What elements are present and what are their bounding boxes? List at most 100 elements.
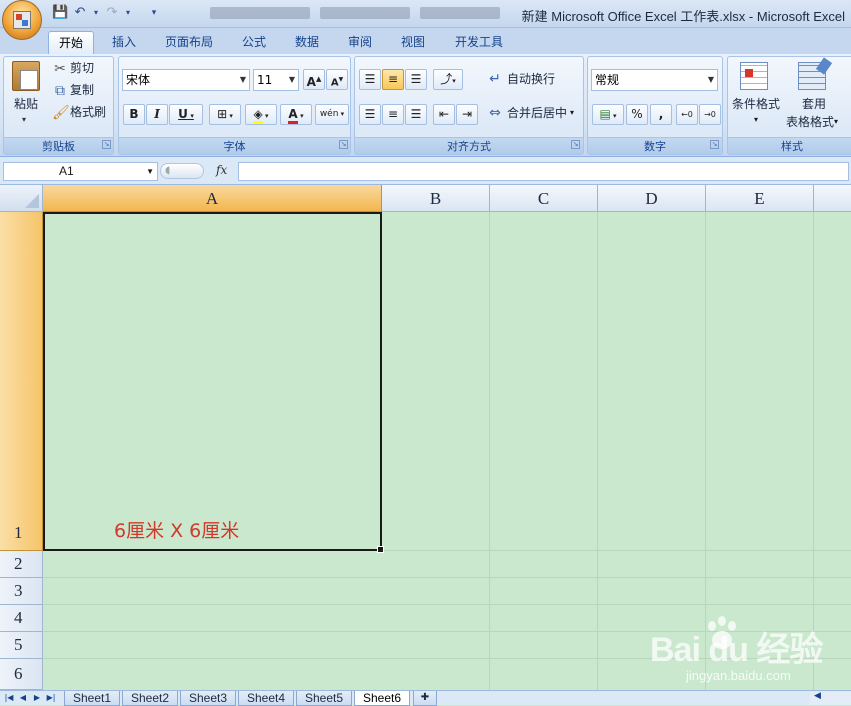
table-format-icon[interactable]: [798, 57, 833, 90]
row-header-3[interactable]: 3: [0, 578, 43, 605]
office-button[interactable]: [2, 0, 42, 40]
sheet-tab-5[interactable]: Sheet5: [296, 691, 352, 706]
row-header-1[interactable]: 1: [0, 212, 43, 551]
insert-function-button[interactable]: fx: [216, 163, 227, 177]
table-format-line2[interactable]: 表格格式: [786, 113, 834, 133]
first-sheet-icon[interactable]: |◀: [3, 692, 15, 704]
format-painter-button[interactable]: 格式刷: [70, 103, 106, 123]
conditional-dropdown-icon[interactable]: ▾: [754, 115, 758, 124]
align-center-button[interactable]: ≡: [382, 104, 404, 125]
column-header-d[interactable]: D: [598, 185, 706, 212]
formula-input[interactable]: [238, 162, 849, 181]
phonetic-button[interactable]: wén ▾: [315, 104, 349, 125]
number-launcher-icon[interactable]: ↘: [710, 140, 719, 149]
sheet-tab-1[interactable]: Sheet1: [64, 691, 120, 706]
column-header-c[interactable]: C: [490, 185, 598, 212]
row-header-6[interactable]: 6: [0, 659, 43, 690]
name-box-dropdown-icon[interactable]: ▼: [146, 163, 154, 180]
increase-indent-button[interactable]: ⇥: [456, 104, 478, 125]
fill-bucket-icon: ◈: [253, 107, 263, 124]
insert-sheet-icon[interactable]: ✚: [413, 691, 437, 706]
percent-button[interactable]: %: [626, 104, 648, 125]
column-header-e[interactable]: E: [706, 185, 814, 212]
row-header-5[interactable]: 5: [0, 632, 43, 659]
table-format-line1[interactable]: 套用: [802, 95, 826, 115]
sheet-tab-6[interactable]: Sheet6: [354, 691, 410, 706]
tab-developer[interactable]: 开发工具: [446, 31, 512, 54]
merge-center-button[interactable]: 合并后居中: [507, 104, 567, 124]
next-sheet-icon[interactable]: ▶: [31, 692, 43, 704]
bold-button[interactable]: B: [123, 104, 145, 125]
alignment-group-label: 对齐方式: [355, 137, 583, 154]
comma-button[interactable]: ,: [650, 104, 672, 125]
paste-dropdown-icon[interactable]: ▾: [22, 115, 26, 124]
font-size-select[interactable]: 11 ▼: [253, 69, 299, 91]
customize-qat-icon[interactable]: ▾: [146, 5, 162, 21]
wrap-text-button[interactable]: 自动换行: [507, 70, 555, 90]
row-header-4[interactable]: 4: [0, 605, 43, 632]
gridline: [597, 212, 598, 690]
last-sheet-icon[interactable]: ▶|: [45, 692, 57, 704]
align-left-button[interactable]: ☰: [359, 104, 381, 125]
redo-icon[interactable]: ↷: [104, 5, 120, 21]
undo-icon[interactable]: ↶: [72, 5, 88, 21]
underline-button[interactable]: U ▾: [169, 104, 203, 125]
conditional-format-button[interactable]: 条件格式: [732, 95, 780, 115]
horizontal-scrollbar[interactable]: ◀: [810, 691, 851, 705]
align-top-button[interactable]: ☰: [359, 69, 381, 90]
alignment-launcher-icon[interactable]: ↘: [571, 140, 580, 149]
tab-home[interactable]: 开始: [48, 31, 94, 54]
column-header-a[interactable]: A: [43, 185, 382, 212]
column-header-b[interactable]: B: [382, 185, 490, 212]
align-middle-button[interactable]: ≡: [382, 69, 404, 90]
expand-handle-icon[interactable]: ◖: [165, 165, 170, 176]
merge-dropdown-icon[interactable]: ▾: [570, 108, 574, 117]
name-box[interactable]: A1 ▼: [3, 162, 158, 181]
decrease-indent-button[interactable]: ⇤: [433, 104, 455, 125]
cell-a1[interactable]: [43, 212, 384, 553]
align-bottom-button[interactable]: ☰: [405, 69, 427, 90]
row-header-2[interactable]: 2: [0, 551, 43, 578]
tab-data[interactable]: 数据: [285, 31, 329, 54]
font-name-select[interactable]: 宋体 ▼: [122, 69, 250, 91]
paste-icon[interactable]: [12, 61, 40, 91]
paste-button[interactable]: 粘贴: [14, 95, 38, 115]
number-format-select[interactable]: 常规 ▼: [591, 69, 718, 91]
align-top-icon: ☰: [364, 72, 376, 86]
conditional-format-icon[interactable]: [740, 62, 768, 90]
tab-formulas[interactable]: 公式: [232, 31, 276, 54]
orientation-button[interactable]: ⤴▾: [433, 69, 463, 90]
save-icon[interactable]: 💾: [52, 5, 68, 21]
tab-review[interactable]: 审阅: [338, 31, 382, 54]
italic-button[interactable]: I: [146, 104, 168, 125]
select-all-button[interactable]: [0, 185, 43, 212]
tab-view[interactable]: 视图: [391, 31, 435, 54]
sheet-tab-4[interactable]: Sheet4: [238, 691, 294, 706]
prev-sheet-icon[interactable]: ◀: [17, 692, 29, 704]
decrease-decimal-button[interactable]: →0: [699, 104, 721, 125]
clipboard-launcher-icon[interactable]: ↘: [102, 140, 111, 149]
fill-color-button[interactable]: ◈ ▾: [245, 104, 277, 125]
copy-button[interactable]: 复制: [70, 81, 94, 101]
tab-insert[interactable]: 插入: [102, 31, 146, 54]
scroll-left-icon[interactable]: ◀: [814, 691, 821, 701]
column-header-f[interactable]: [814, 185, 851, 212]
increase-decimal-button[interactable]: ←0: [676, 104, 698, 125]
format-painter-icon: 🖌: [52, 105, 70, 121]
sheet-tab-2[interactable]: Sheet2: [122, 691, 178, 706]
decrease-indent-icon: ⇤: [438, 107, 450, 121]
accounting-format-button[interactable]: ▤ ▾: [592, 104, 624, 125]
undo-dropdown-icon[interactable]: ▾: [88, 5, 104, 21]
align-right-button[interactable]: ☰: [405, 104, 427, 125]
grow-font-button[interactable]: A▲: [303, 69, 325, 90]
borders-button[interactable]: ⊞ ▾: [209, 104, 241, 125]
fill-handle[interactable]: [377, 546, 384, 553]
font-color-button[interactable]: A ▾: [280, 104, 312, 125]
table-format-dropdown-icon[interactable]: ▾: [834, 117, 838, 126]
shrink-font-button[interactable]: A▼: [326, 69, 348, 90]
sheet-tab-3[interactable]: Sheet3: [180, 691, 236, 706]
font-launcher-icon[interactable]: ↘: [339, 140, 348, 149]
redo-dropdown-icon[interactable]: ▾: [120, 5, 136, 21]
tab-page-layout[interactable]: 页面布局: [156, 31, 222, 54]
cut-button[interactable]: 剪切: [70, 59, 94, 79]
